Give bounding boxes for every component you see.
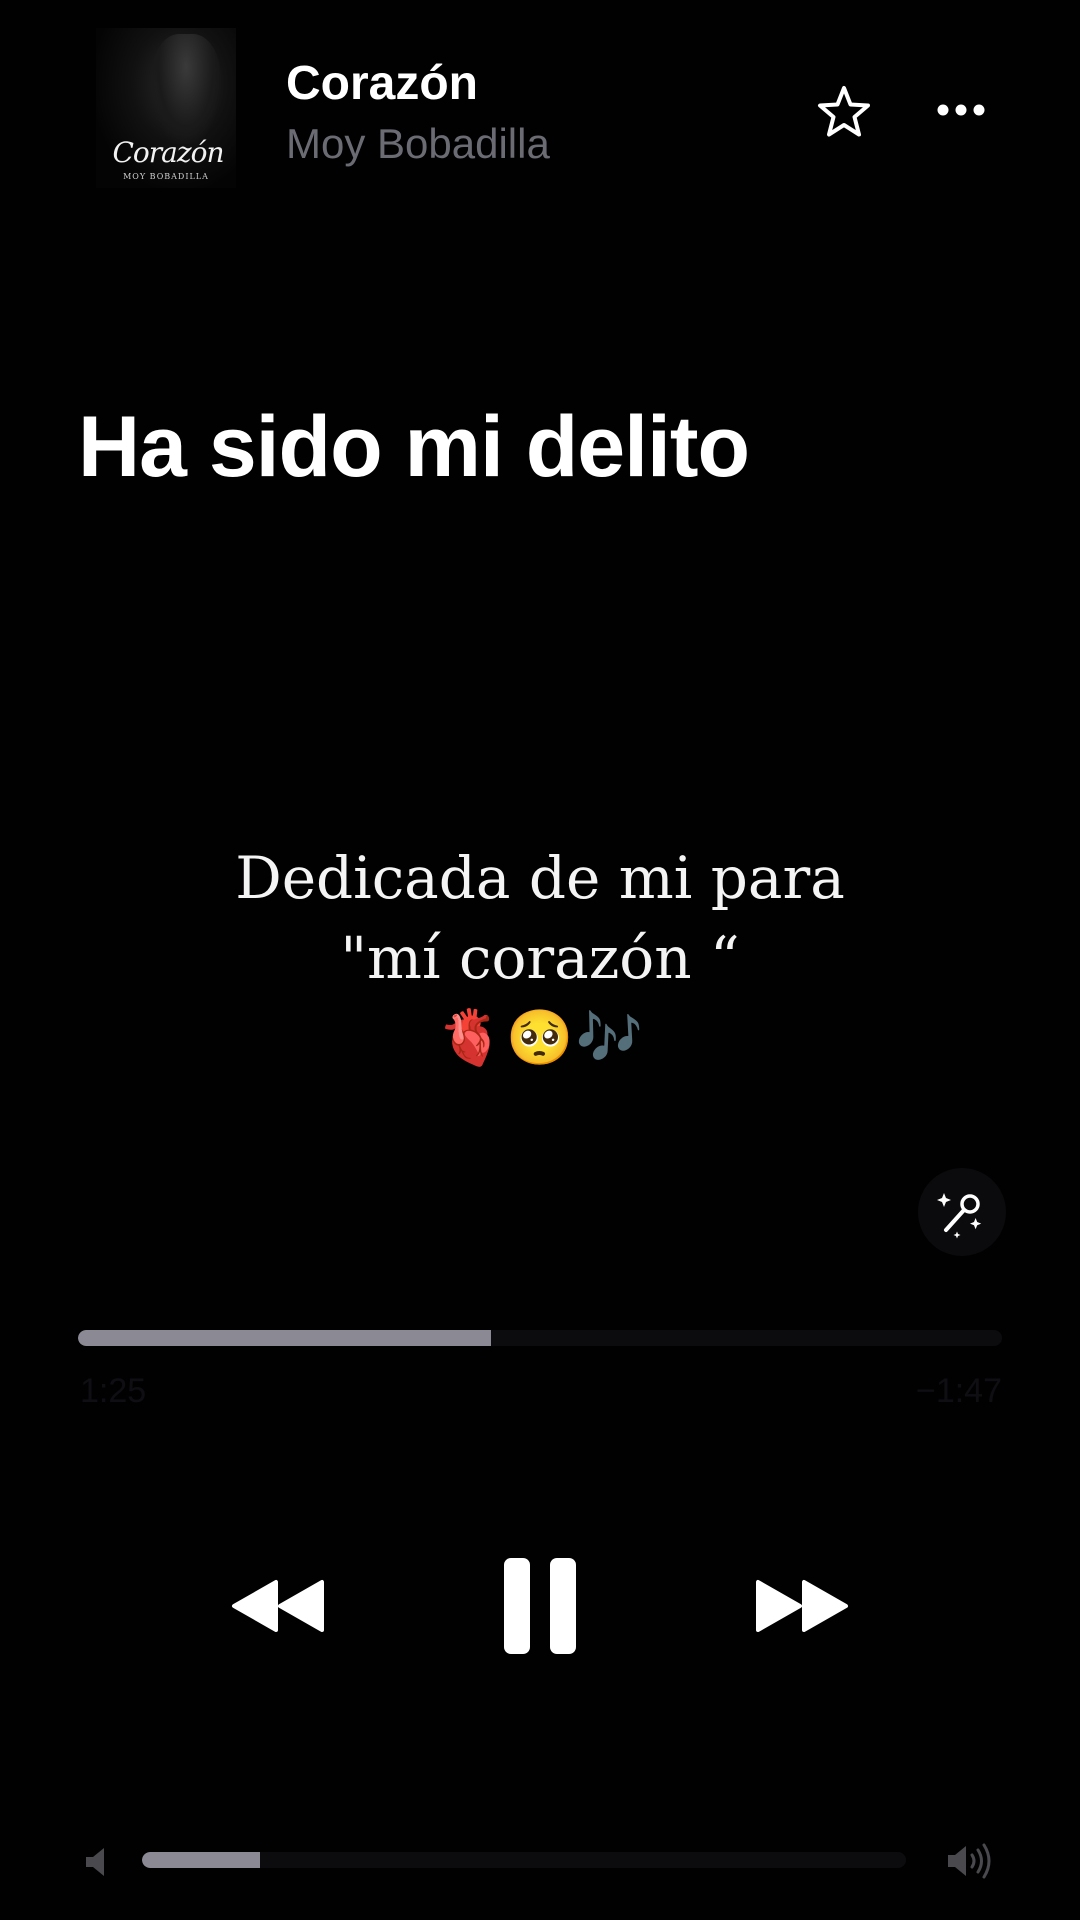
favorite-button[interactable] bbox=[816, 84, 872, 140]
caption-line-2: "mí corazón “ bbox=[340, 924, 740, 992]
caption-line-1: Dedicada de mi para bbox=[235, 844, 845, 912]
progress-bar[interactable] bbox=[78, 1330, 1002, 1346]
volume-fill bbox=[142, 1852, 261, 1868]
lyric-line-active[interactable]: Ha sido mi delito bbox=[78, 398, 998, 497]
progress-fill bbox=[78, 1330, 492, 1346]
speaker-low-icon bbox=[86, 1848, 104, 1876]
volume-high-button[interactable] bbox=[946, 1842, 996, 1880]
sing-button[interactable] bbox=[918, 1168, 1006, 1256]
pause-icon bbox=[504, 1558, 576, 1654]
lyric-line-upcoming[interactable] bbox=[78, 760, 998, 842]
fast-forward-icon bbox=[756, 1580, 848, 1632]
music-notes-emoji: 🎶 bbox=[575, 1008, 643, 1068]
caption-overlay: Dedicada de mi para "mí corazón “ bbox=[140, 838, 940, 998]
song-title[interactable]: Corazón bbox=[286, 56, 478, 111]
album-art-figure bbox=[151, 34, 221, 144]
caption-emojis: 🫀 🥺 🎶 bbox=[140, 998, 940, 1078]
more-options-button[interactable] bbox=[936, 96, 986, 124]
pleading-face-emoji: 🥺 bbox=[506, 1008, 574, 1068]
time-elapsed: 1:25 bbox=[80, 1372, 147, 1410]
rewind-button[interactable] bbox=[228, 1576, 328, 1636]
anatomical-heart-emoji: 🫀 bbox=[437, 1008, 505, 1068]
fast-forward-button[interactable] bbox=[752, 1576, 852, 1636]
star-outline-icon bbox=[818, 86, 870, 137]
album-art-title: Corazón bbox=[112, 136, 224, 169]
album-art-artist: MOY BOBADILLA bbox=[123, 172, 209, 181]
song-artist[interactable]: Moy Bobadilla bbox=[286, 120, 550, 168]
album-art[interactable]: Corazón MOY BOBADILLA bbox=[96, 28, 236, 188]
microphone-sparkle-icon bbox=[937, 1193, 982, 1239]
time-remaining: −1:47 bbox=[915, 1372, 1002, 1410]
ellipsis-icon bbox=[937, 104, 985, 116]
pause-button[interactable] bbox=[502, 1556, 578, 1656]
volume-low-button[interactable] bbox=[84, 1846, 110, 1878]
volume-slider[interactable] bbox=[142, 1852, 906, 1868]
rewind-icon bbox=[232, 1580, 324, 1632]
speaker-high-icon bbox=[948, 1843, 991, 1879]
lyric-line-upcoming[interactable] bbox=[78, 580, 998, 672]
